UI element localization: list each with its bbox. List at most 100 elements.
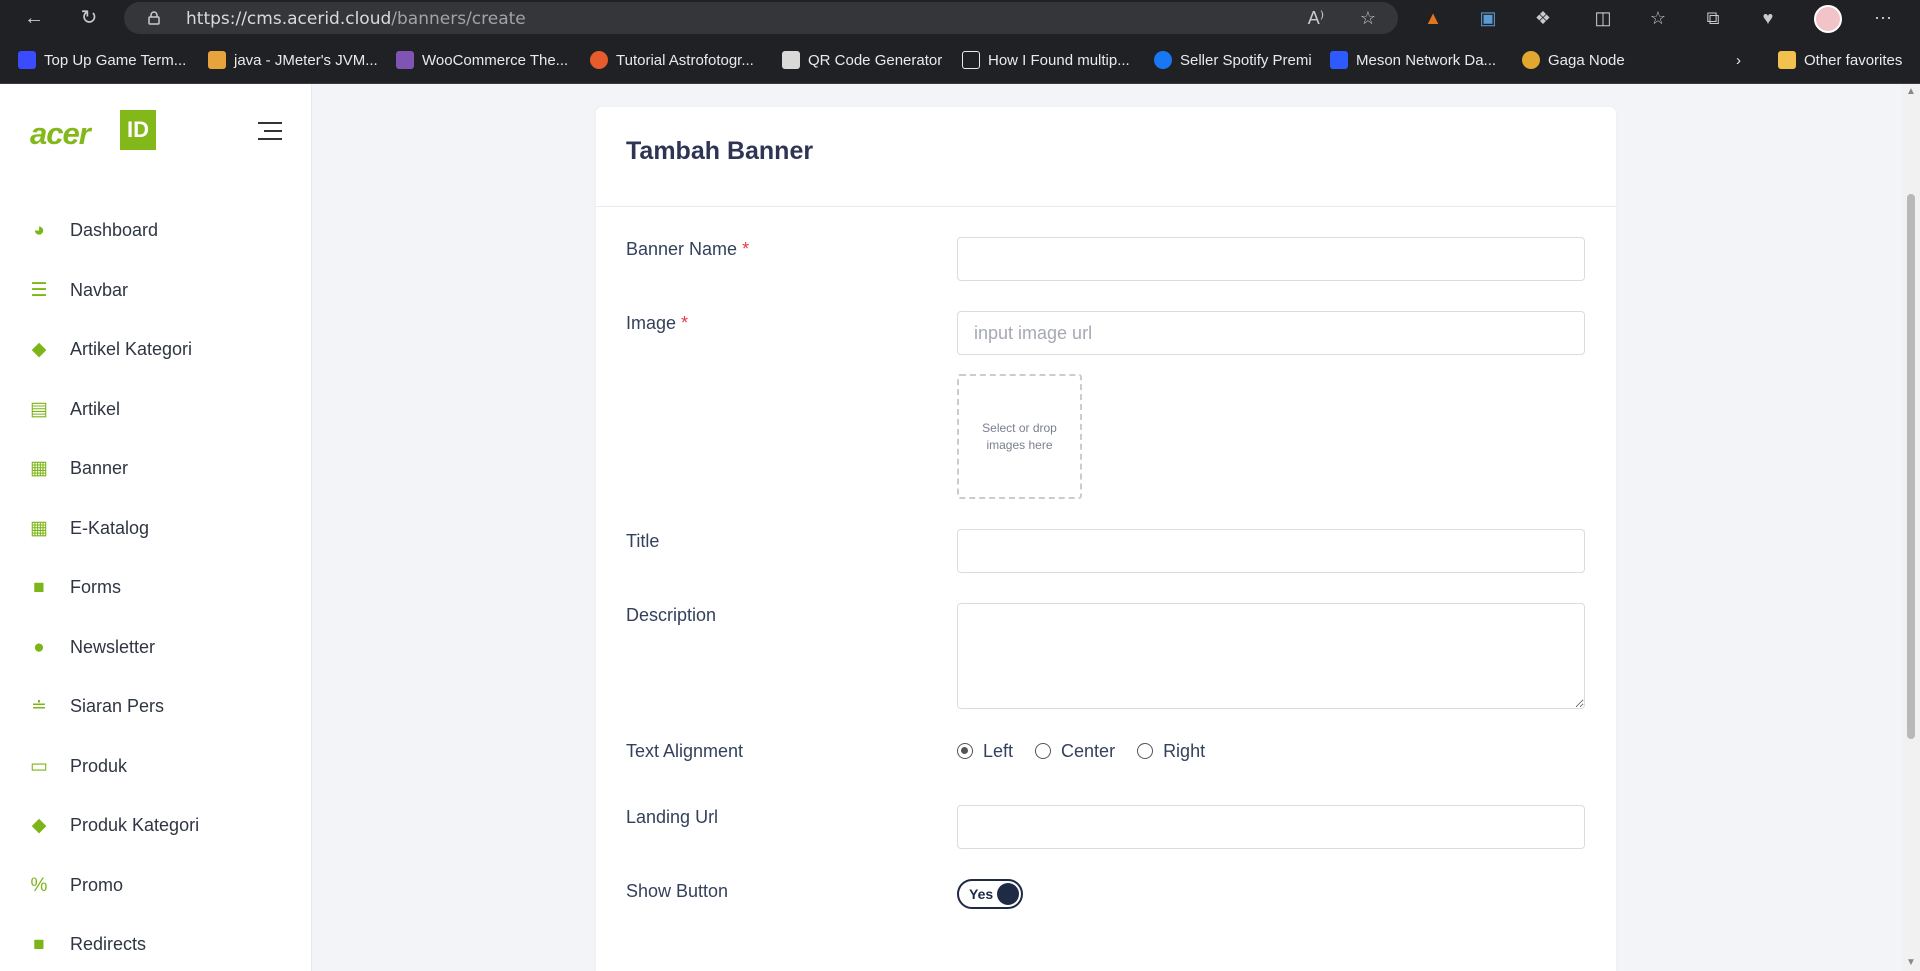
sidebar-item-dashboard[interactable]: ◕ Dashboard (0, 207, 312, 255)
bookmark-item[interactable]: How I Found multip... (962, 48, 1130, 72)
landing-url-input[interactable] (957, 805, 1585, 849)
scroll-down-icon[interactable]: ▼ (1905, 957, 1917, 969)
sidebar-item-label: Siaran Pers (70, 696, 165, 716)
bookmark-item[interactable]: Meson Network Da... (1330, 48, 1496, 72)
images-icon: ▦ (30, 458, 48, 479)
list-alt-icon: ▤ (30, 399, 48, 420)
bookmark-favicon-icon (1522, 51, 1540, 69)
favorites-icon[interactable]: ☆ (1645, 5, 1671, 31)
other-favorites[interactable]: Other favorites (1778, 48, 1902, 72)
banner-name-label-text: Banner Name (626, 239, 738, 259)
scroll-up-icon[interactable]: ▲ (1905, 86, 1917, 98)
star-icon[interactable]: ☆ (1356, 6, 1380, 30)
sidebar-item-label: Dashboard (70, 220, 159, 240)
description-label: Description (626, 605, 717, 625)
sidebar-item-siaran-pers[interactable]: ≐ Siaran Pers (0, 683, 312, 731)
browser-toolbar: ← ↻ https://cms.acerid.cloud/banners/cre… (0, 0, 1920, 36)
required-mark: * (742, 239, 750, 259)
scroll-thumb[interactable] (1907, 194, 1915, 739)
bookmark-label: WooCommerce The... (422, 51, 569, 69)
banner-form-card: Tambah Banner Banner Name * Image * Sele… (596, 107, 1616, 971)
dropzone-text: Select or drop images here (982, 420, 1057, 452)
bookmark-item[interactable]: WooCommerce The... (396, 48, 568, 72)
sidebar-item-produk-kategori[interactable]: ◆ Produk Kategori (0, 802, 312, 850)
description-textarea[interactable] (957, 603, 1585, 709)
sidebar-item-navbar[interactable]: ☰ Navbar (0, 267, 312, 315)
bookmark-item[interactable]: Tutorial Astrofotogr... (590, 48, 754, 72)
laptop-icon: ▭ (30, 756, 48, 777)
url-host: https://cms.acerid.cloud (186, 9, 392, 29)
title-input[interactable] (957, 529, 1585, 573)
toggle-text: Yes (969, 886, 994, 902)
alignment-option-center[interactable]: Center (1035, 741, 1115, 762)
sidebar-item-e-katalog[interactable]: ▦ E-Katalog (0, 505, 312, 553)
bookmark-item[interactable]: Top Up Game Term... (18, 48, 186, 72)
menu-toggle-icon[interactable] (258, 122, 282, 140)
text-alignment-radio-group: Left Center Right (957, 739, 1227, 763)
browser-essentials-icon[interactable]: ♥ (1755, 5, 1781, 31)
sidebar-item-promo[interactable]: % Promo (0, 862, 312, 910)
collections-icon[interactable]: ⧉ (1700, 5, 1726, 31)
address-bar[interactable]: https://cms.acerid.cloud/banners/create … (124, 2, 1398, 34)
chevron-right-icon[interactable]: › (1736, 48, 1741, 72)
bookmark-item[interactable]: Gaga Node (1522, 48, 1625, 72)
show-button-toggle[interactable]: Yes (957, 879, 1023, 909)
sidebar-item-label: E-Katalog (70, 518, 150, 538)
extensions-icon[interactable]: ❖ (1530, 5, 1556, 31)
acer-id-logo[interactable]: acer ID (30, 110, 158, 156)
tag-icon: ◆ (31, 339, 47, 360)
radio-button[interactable] (957, 743, 973, 759)
sidebar-item-label: Produk Kategori (70, 815, 200, 835)
sidebar-item-label: Promo (70, 875, 124, 895)
sidebar-item-redirects[interactable]: ■ Redirects (0, 921, 312, 969)
sidebar-item-label: Produk (70, 756, 128, 776)
text-alignment-label: Text Alignment (626, 741, 744, 761)
alignment-option-right[interactable]: Right (1137, 741, 1205, 762)
facebook-icon (1154, 51, 1172, 69)
metamask-icon[interactable]: ▲ (1420, 5, 1446, 31)
split-screen-icon[interactable]: ◫ (1590, 5, 1616, 31)
required-mark: * (681, 313, 689, 333)
image-dropzone[interactable]: Select or drop images here (957, 374, 1082, 499)
page-scrollbar[interactable]: ▲ ▼ (1902, 84, 1920, 971)
tag-icon: ◆ (31, 815, 47, 836)
file-icon: ■ (33, 577, 45, 598)
sidebar-item-label: Redirects (70, 934, 147, 954)
read-aloud-icon[interactable]: A⁾ (1304, 6, 1328, 30)
url-text: https://cms.acerid.cloud/banners/create (186, 9, 526, 29)
more-options-icon[interactable]: ⋯ (1870, 5, 1896, 31)
refresh-icon[interactable]: ↻ (75, 4, 103, 32)
qr-code-icon (782, 51, 800, 69)
back-arrow-icon[interactable]: ← (20, 4, 48, 32)
bookmark-item[interactable]: QR Code Generator (782, 48, 942, 72)
page-icon (962, 51, 980, 69)
radio-label: Center (1061, 740, 1116, 761)
sidebar-item-label: Newsletter (70, 637, 156, 657)
sidebar-item-newsletter[interactable]: ● Newsletter (0, 624, 312, 672)
radio-button[interactable] (1035, 743, 1052, 759)
profile-avatar[interactable] (1814, 5, 1842, 33)
sidebar-item-produk[interactable]: ▭ Produk (0, 743, 312, 791)
sidebar-item-label: Artikel Kategori (70, 339, 193, 359)
banner-name-input[interactable] (957, 237, 1585, 281)
sidebar-item-forms[interactable]: ■ Forms (0, 564, 312, 612)
bookmark-label: How I Found multip... (988, 51, 1130, 69)
sidebar-item-label: Artikel (70, 399, 121, 419)
bookmark-label: Meson Network Da... (1356, 51, 1497, 69)
bookmark-item[interactable]: Seller Spotify Premi (1154, 48, 1312, 72)
alignment-option-left[interactable]: Left (957, 741, 1013, 762)
bookmark-item[interactable]: java - JMeter's JVM... (208, 48, 378, 72)
sidebar-item-artikel-kategori[interactable]: ◆ Artikel Kategori (0, 326, 312, 374)
pie-chart-icon: ◕ (33, 220, 45, 241)
logo-text: acer (30, 116, 91, 151)
sidebar-item-banner[interactable]: ▦ Banner (0, 445, 312, 493)
landing-url-label: Landing Url (626, 807, 719, 827)
translate-extension-icon[interactable]: ▣ (1475, 5, 1501, 31)
bookmark-favicon-icon (208, 51, 226, 69)
radio-button[interactable] (1137, 743, 1154, 759)
url-path: /banners/create (391, 9, 526, 29)
image-url-input[interactable] (957, 311, 1585, 355)
other-favorites-label: Other favorites (1804, 51, 1903, 69)
sidebar-item-artikel[interactable]: ▤ Artikel (0, 386, 312, 434)
image-label: Image * (626, 313, 688, 334)
